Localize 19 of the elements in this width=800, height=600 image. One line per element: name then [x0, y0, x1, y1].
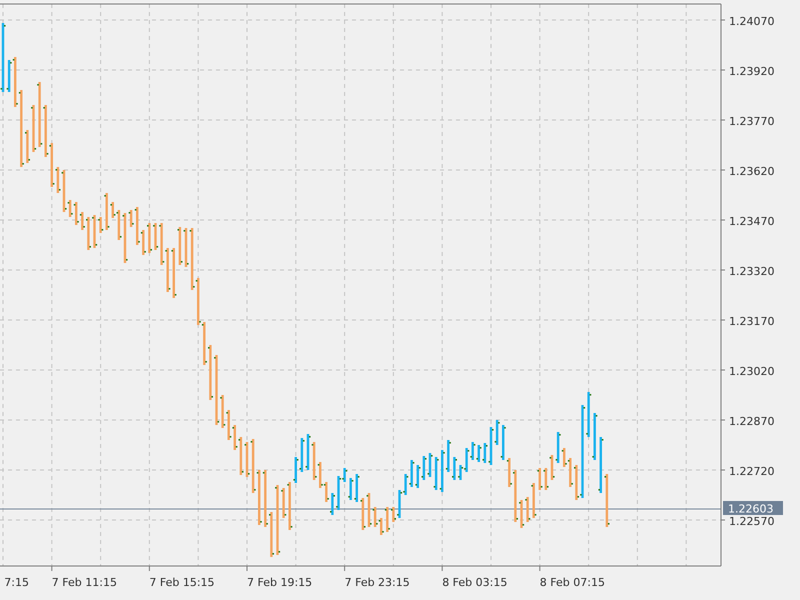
price-axis-label: 1.23620 — [729, 165, 774, 178]
price-axis-label: 1.22720 — [729, 465, 774, 478]
time-axis-label: 7 Feb 15:15 — [149, 576, 215, 589]
price-axis-label: 1.22570 — [729, 515, 774, 528]
price-axis-label: 1.22870 — [729, 415, 774, 428]
current-price-tag: 1.22603 — [723, 501, 783, 516]
price-axis-label: 1.23170 — [729, 315, 774, 328]
price-axis-label: 1.23920 — [729, 65, 774, 78]
price-axis-label: 1.23770 — [729, 115, 774, 128]
time-axis-label: 7 Feb 23:15 — [344, 576, 410, 589]
price-axis-label: 1.23470 — [729, 215, 774, 228]
price-axis-label: 1.24070 — [729, 15, 774, 28]
time-axis-label: 7 Feb 19:15 — [247, 576, 312, 589]
time-axis-label: 8 Feb 03:15 — [442, 576, 508, 589]
time-axis-label: 7:15 — [4, 576, 29, 589]
price-axis-label: 1.23320 — [729, 265, 774, 278]
time-axis-label: 7 Feb 11:15 — [52, 576, 117, 589]
time-axis-label: 8 Feb 07:15 — [540, 576, 605, 589]
price-axis-label: 1.23020 — [729, 365, 774, 378]
